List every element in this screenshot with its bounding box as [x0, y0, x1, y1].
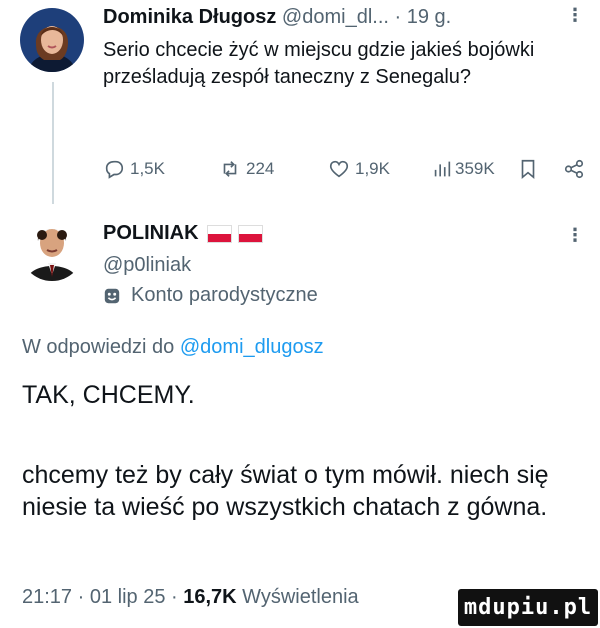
parent-author-name[interactable]: Dominika Długosz: [103, 6, 276, 28]
reply-icon: [105, 160, 124, 179]
bookmark-icon: [521, 159, 535, 180]
repost-count: 224: [246, 159, 275, 178]
reply-count: 1,5K: [130, 159, 165, 178]
reply-avatar[interactable]: [20, 217, 84, 281]
reply-author-name[interactable]: POLINIAK: [103, 222, 199, 245]
in-reply-prefix: W odpowiedzi do: [22, 336, 175, 358]
views-icon: [434, 161, 451, 177]
bookmark-button[interactable]: [517, 158, 539, 180]
reply-button[interactable]: 1,5K: [103, 158, 165, 180]
parody-label-text: Konto parodystyczne: [131, 284, 318, 306]
like-icon: [329, 160, 349, 178]
poland-flag-icon: [206, 224, 263, 243]
views-count: 359K: [455, 159, 495, 178]
parody-icon: [104, 288, 120, 303]
reply-meta: 21:17 · 01 lip 25 · 16,7K Wyświetlenia: [22, 586, 359, 609]
reply-more-icon[interactable]: ⋮: [566, 226, 584, 244]
parent-header: Dominika Długosz @domi_dl... · 19 g.: [103, 6, 451, 29]
share-icon: [564, 159, 584, 179]
parent-timestamp[interactable]: · 19 g.: [395, 6, 452, 28]
parent-more-icon[interactable]: ⋮: [566, 6, 584, 24]
repost-icon: [223, 161, 237, 177]
reply-author-row: POLINIAK: [103, 222, 263, 245]
like-count: 1,9K: [355, 159, 390, 178]
like-button[interactable]: 1,9K: [328, 158, 390, 180]
in-reply-handle-link[interactable]: @domi_dlugosz: [180, 336, 324, 358]
thread-line: [52, 82, 54, 204]
share-button[interactable]: [563, 158, 585, 180]
reply-author-handle[interactable]: @p0liniak: [103, 254, 191, 277]
parody-label: Konto parodystyczne: [103, 284, 318, 307]
reply-views-count: 16,7K: [183, 586, 237, 608]
reply-text-body: chcemy też by cały świat o tym mówił. ni…: [22, 461, 549, 521]
in-reply-to: W odpowiedzi do @domi_dlugosz: [22, 336, 324, 359]
parent-author-handle[interactable]: @domi_dl...: [282, 6, 389, 28]
parent-tweet-text: Serio chcecie żyć w miejscu gdzie jakieś…: [103, 39, 535, 88]
views-button[interactable]: 359K: [431, 158, 495, 180]
site-watermark: mdupiu.pl: [458, 589, 598, 626]
parent-avatar[interactable]: [20, 8, 84, 72]
reply-text-line1: TAK, CHCEMY.: [22, 381, 195, 409]
reply-timestamp[interactable]: 21:17 · 01 lip 25 ·: [22, 586, 178, 608]
repost-button[interactable]: 224: [219, 158, 274, 180]
reply-views-label: Wyświetlenia: [242, 586, 359, 608]
